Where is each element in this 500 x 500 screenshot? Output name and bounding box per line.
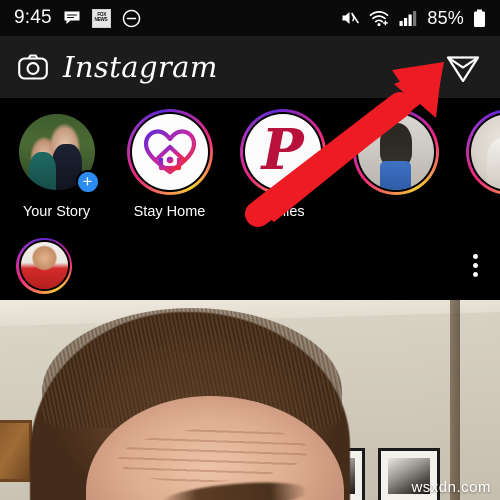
app-header: Instagram [0,36,500,98]
stay-home-icon [131,114,208,190]
battery-icon [473,9,486,28]
phillies-logo-letter: P [261,117,304,183]
volume-muted-icon [340,9,360,27]
fox-news-icon: FOX NEWS [91,8,111,28]
status-bar-left-group: 9:45 FOX NEWS [14,7,141,29]
instagram-app-screen: 9:45 FOX NEWS 85% Instagram + Your Story… [0,0,500,500]
story-avatar: P [242,112,323,192]
camera-icon[interactable] [18,54,48,80]
story-avatar [468,112,500,192]
avatar [18,240,70,291]
status-bar-right-group: 85% [340,8,486,29]
partial-photo [470,114,500,190]
author-photo [20,242,68,289]
menu-dot [473,272,478,277]
stories-tray[interactable]: + Your Story Stay Home P phillies [0,98,500,231]
story-item-4[interactable] [339,109,452,204]
battery-percent-label: 85% [427,7,464,28]
cellular-signal-icon [399,10,418,27]
message-icon [63,9,81,27]
story-avatar-ring [465,109,500,195]
story-label: Stay Home [133,204,206,220]
story-item-stay-home[interactable]: Stay Home [113,109,226,220]
story-avatar [355,112,436,192]
menu-dot [473,254,478,259]
status-bar: 9:45 FOX NEWS 85% [0,0,500,36]
story-item-phillies[interactable]: P phillies [226,109,339,220]
post-header [0,231,500,300]
door-frame [450,300,460,500]
story-avatar-ring [126,109,213,195]
phillies-logo-icon: P [244,114,321,190]
story-avatar [129,112,210,192]
story-item-5-partial[interactable] [452,109,500,204]
story-item-your-story[interactable]: + Your Story [0,109,113,220]
direct-message-icon[interactable] [444,48,482,86]
wifi-plus-icon [369,10,390,27]
story-label: Your Story [22,204,91,220]
story-avatar-ring [352,109,439,195]
story-avatar-ring: + [14,109,100,195]
wooden-picture-frame [0,420,32,482]
status-bar-clock: 9:45 [14,7,52,28]
post-image[interactable]: wsxdn.com [0,300,500,500]
fox-news-line-2: NEWS [94,17,108,23]
do-not-disturb-icon [122,9,141,28]
three-dot-menu-icon[interactable] [467,246,484,285]
add-to-story-plus-badge[interactable]: + [75,170,100,194]
person-photo [357,114,434,190]
post-author-avatar-ring[interactable] [16,237,72,294]
menu-dot [473,263,478,268]
story-avatar-ring: P [239,109,326,195]
story-label: phillies [260,204,305,220]
watermark: wsxdn.com [411,479,491,496]
instagram-logo: Instagram [63,50,218,84]
